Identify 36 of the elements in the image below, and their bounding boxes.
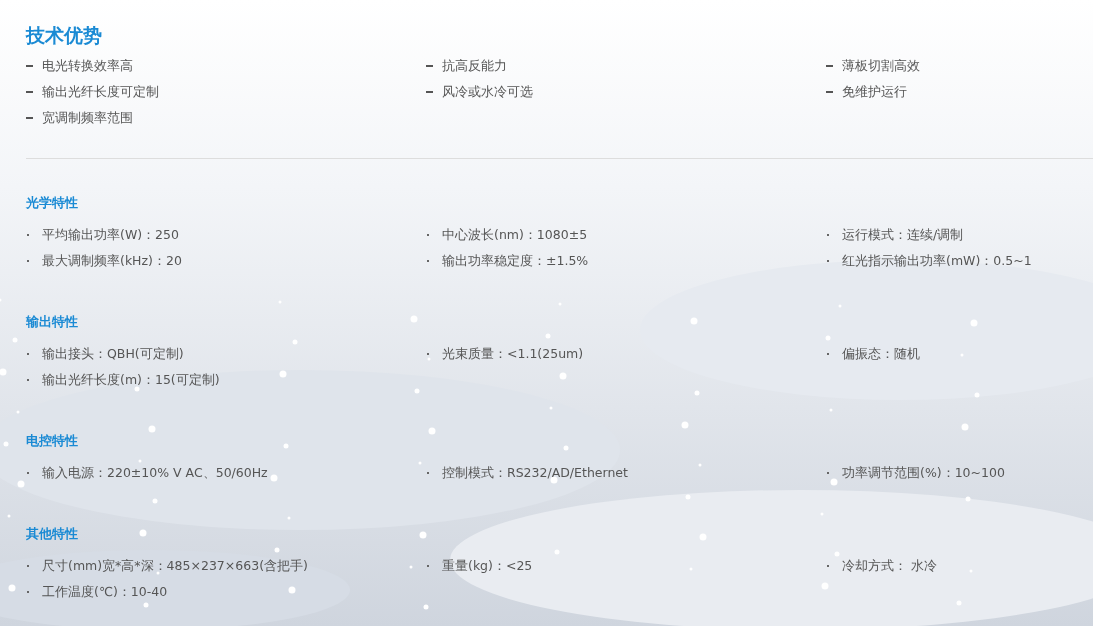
feature-text: 风冷或水冷可选 bbox=[442, 83, 533, 101]
feature-text: 抗高反能力 bbox=[442, 57, 507, 75]
feature-text: 薄板切割高效 bbox=[842, 57, 920, 75]
spec-text: 输出光纤长度(m)：15(可定制) bbox=[42, 371, 220, 389]
dash-icon bbox=[26, 65, 33, 67]
section-title: 技术优势 bbox=[26, 23, 103, 48]
dash-icon bbox=[426, 65, 433, 67]
spec-text: 输出功率稳定度：±1.5% bbox=[442, 252, 589, 270]
spec-text: 运行模式：连续/调制 bbox=[842, 226, 964, 244]
section-heading: 其他特性 bbox=[26, 525, 79, 543]
feature-text: 宽调制频率范围 bbox=[42, 109, 133, 127]
dash-icon bbox=[26, 91, 33, 93]
spec-text: 光束质量：<1.1(25um) bbox=[442, 345, 584, 363]
spec-text: 最大调制频率(kHz)：20 bbox=[42, 252, 182, 270]
spec-text: 输入电源：220±10% V AC、50/60Hz bbox=[42, 464, 268, 482]
feature-text: 输出光纤长度可定制 bbox=[42, 83, 159, 101]
spec-text: 红光指示输出功率(mW)：0.5~1 bbox=[842, 252, 1032, 270]
spec-text: 工作温度(℃)：10-40 bbox=[42, 583, 168, 601]
section-heading: 光学特性 bbox=[26, 194, 79, 212]
dash-icon bbox=[426, 91, 433, 93]
dash-icon bbox=[826, 91, 833, 93]
spec-text: 偏振态：随机 bbox=[842, 345, 920, 363]
spec-text: 控制模式：RS232/AD/Ethernet bbox=[442, 464, 628, 482]
spec-text: 中心波长(nm)：1080±5 bbox=[442, 226, 588, 244]
section-heading: 电控特性 bbox=[26, 432, 79, 450]
spec-text: 平均输出功率(W)：250 bbox=[42, 226, 179, 244]
feature-text: 电光转换效率高 bbox=[42, 57, 133, 75]
spec-text: 尺寸(mm)宽*高*深：485×237×663(含把手) bbox=[42, 557, 308, 575]
spec-text: 重量(kg)：<25 bbox=[442, 557, 533, 575]
dash-icon bbox=[26, 117, 33, 119]
spec-text: 输出接头：QBH(可定制) bbox=[42, 345, 184, 363]
spec-text: 冷却方式： 水冷 bbox=[842, 557, 937, 575]
feature-text: 免维护运行 bbox=[842, 83, 907, 101]
dash-icon bbox=[826, 65, 833, 67]
section-heading: 输出特性 bbox=[26, 313, 79, 331]
spec-text: 功率调节范围(%)：10~100 bbox=[842, 464, 1005, 482]
